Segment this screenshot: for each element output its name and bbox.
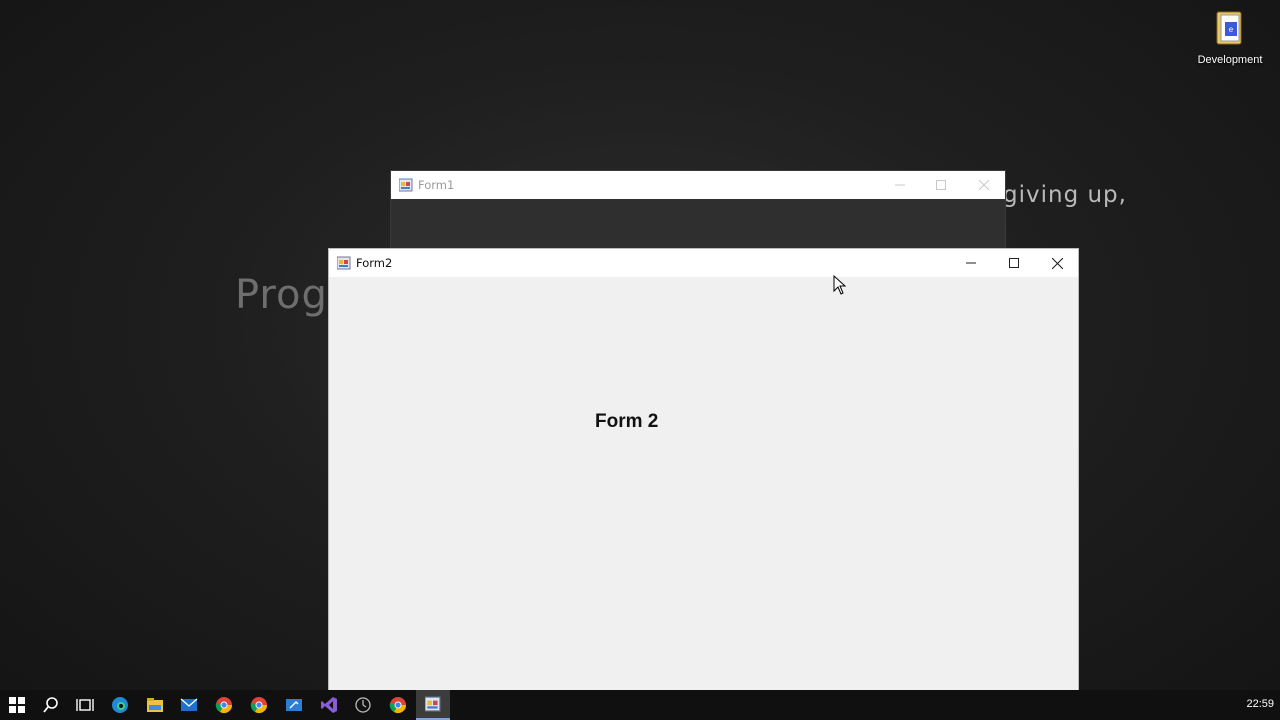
chrome-icon [389,697,407,714]
start-button[interactable] [0,690,34,720]
taskbar-file-explorer[interactable] [138,690,172,720]
close-button[interactable] [963,171,1005,199]
taskbar-chrome-3[interactable] [381,690,415,720]
maximize-icon [936,180,946,190]
desktop-icon-development[interactable]: e Development [1196,10,1264,66]
form-app-icon [425,696,441,712]
taskbar-form-app[interactable] [416,690,450,720]
edge-icon [112,697,128,713]
folder-document-icon: e [1215,10,1245,48]
mail-icon [180,698,198,711]
settings-icon [355,697,371,713]
desktop: Prog giving up, e Development Form1 Form… [0,0,1280,690]
minimize-button[interactable] [950,249,992,277]
close-icon [1051,257,1063,269]
mouse-cursor-icon [833,274,847,300]
taskbar-edge[interactable] [103,690,137,720]
start-icon [9,697,25,713]
maximize-icon [1009,258,1019,268]
form1-window[interactable]: Form1 [390,170,1006,250]
svg-text:e: e [1229,25,1234,34]
form1-title: Form1 [418,178,455,192]
chrome-icon [250,697,268,714]
minimize-icon [966,262,976,264]
maximize-button[interactable] [920,171,962,199]
taskbar-mail[interactable] [172,690,206,720]
taskbar-clock[interactable]: 22:59 [1246,698,1274,710]
task-view-icon [76,699,94,711]
form-label: Form 2 [595,411,659,432]
search-icon [43,697,58,713]
task-view-button[interactable] [68,690,102,720]
form2-titlebar[interactable]: Form2 [329,249,1078,277]
minimize-button[interactable] [879,171,921,199]
visual-studio-icon [321,697,337,713]
form-app-icon [336,256,351,270]
taskbar-chrome-2[interactable] [242,690,276,720]
form-app-icon [398,178,413,192]
wallpaper-text-left: Prog [235,272,328,318]
minimize-icon [895,184,905,186]
search-button[interactable] [34,690,68,720]
taskbar-chrome-1[interactable] [207,690,241,720]
taskbar-visual-studio[interactable] [312,690,346,720]
close-button[interactable] [1036,249,1078,277]
form2-window[interactable]: Form2 Form 2 [328,248,1079,690]
taskbar-app[interactable] [277,690,311,720]
desktop-icon-label: Development [1197,54,1263,66]
file-explorer-icon [147,698,163,712]
taskbar: 22:59 [0,690,1280,720]
wallpaper-text-right: giving up, [1003,182,1127,208]
form2-title: Form2 [356,256,393,270]
maximize-button[interactable] [993,249,1035,277]
close-icon [979,180,989,190]
form1-titlebar[interactable]: Form1 [391,171,1005,199]
chrome-icon [215,697,233,714]
app-icon [286,699,302,711]
taskbar-settings[interactable] [346,690,380,720]
